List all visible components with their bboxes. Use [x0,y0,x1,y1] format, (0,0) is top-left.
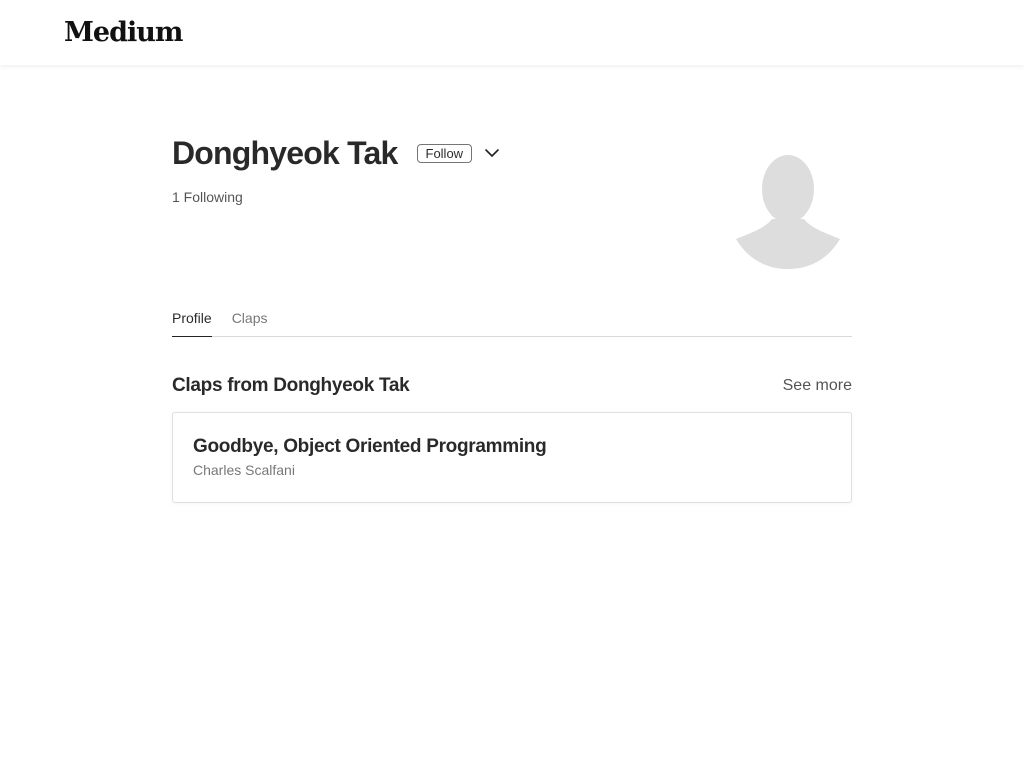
claps-section-header: Claps from Donghyeok Tak See more [172,375,852,397]
profile-name: Donghyeok Tak [172,135,398,171]
tab-profile[interactable]: Profile [172,303,212,337]
chevron-down-icon[interactable] [484,145,500,161]
profile-tabs: Profile Claps [172,303,852,337]
see-more-link[interactable]: See more [783,377,852,395]
story-title[interactable]: Goodbye, Object Oriented Programming [193,435,831,459]
section-title: Claps from Donghyeok Tak [172,375,410,396]
medium-logo[interactable]: Medium [64,14,183,52]
top-navigation-bar: Medium [0,0,1024,65]
story-author[interactable]: Charles Scalfani [193,461,831,479]
follow-button[interactable]: Follow [416,143,473,163]
following-count[interactable]: 1 Following [172,189,243,205]
name-row: Donghyeok Tak Follow [172,133,500,173]
tab-claps[interactable]: Claps [232,303,268,336]
profile-header: Donghyeok Tak Follow 1 Following [172,65,852,315]
clapped-story-card[interactable]: Goodbye, Object Oriented Programming Cha… [172,412,852,503]
avatar [732,141,852,271]
profile-main: Donghyeok Tak Follow 1 Following Profile… [172,65,852,503]
